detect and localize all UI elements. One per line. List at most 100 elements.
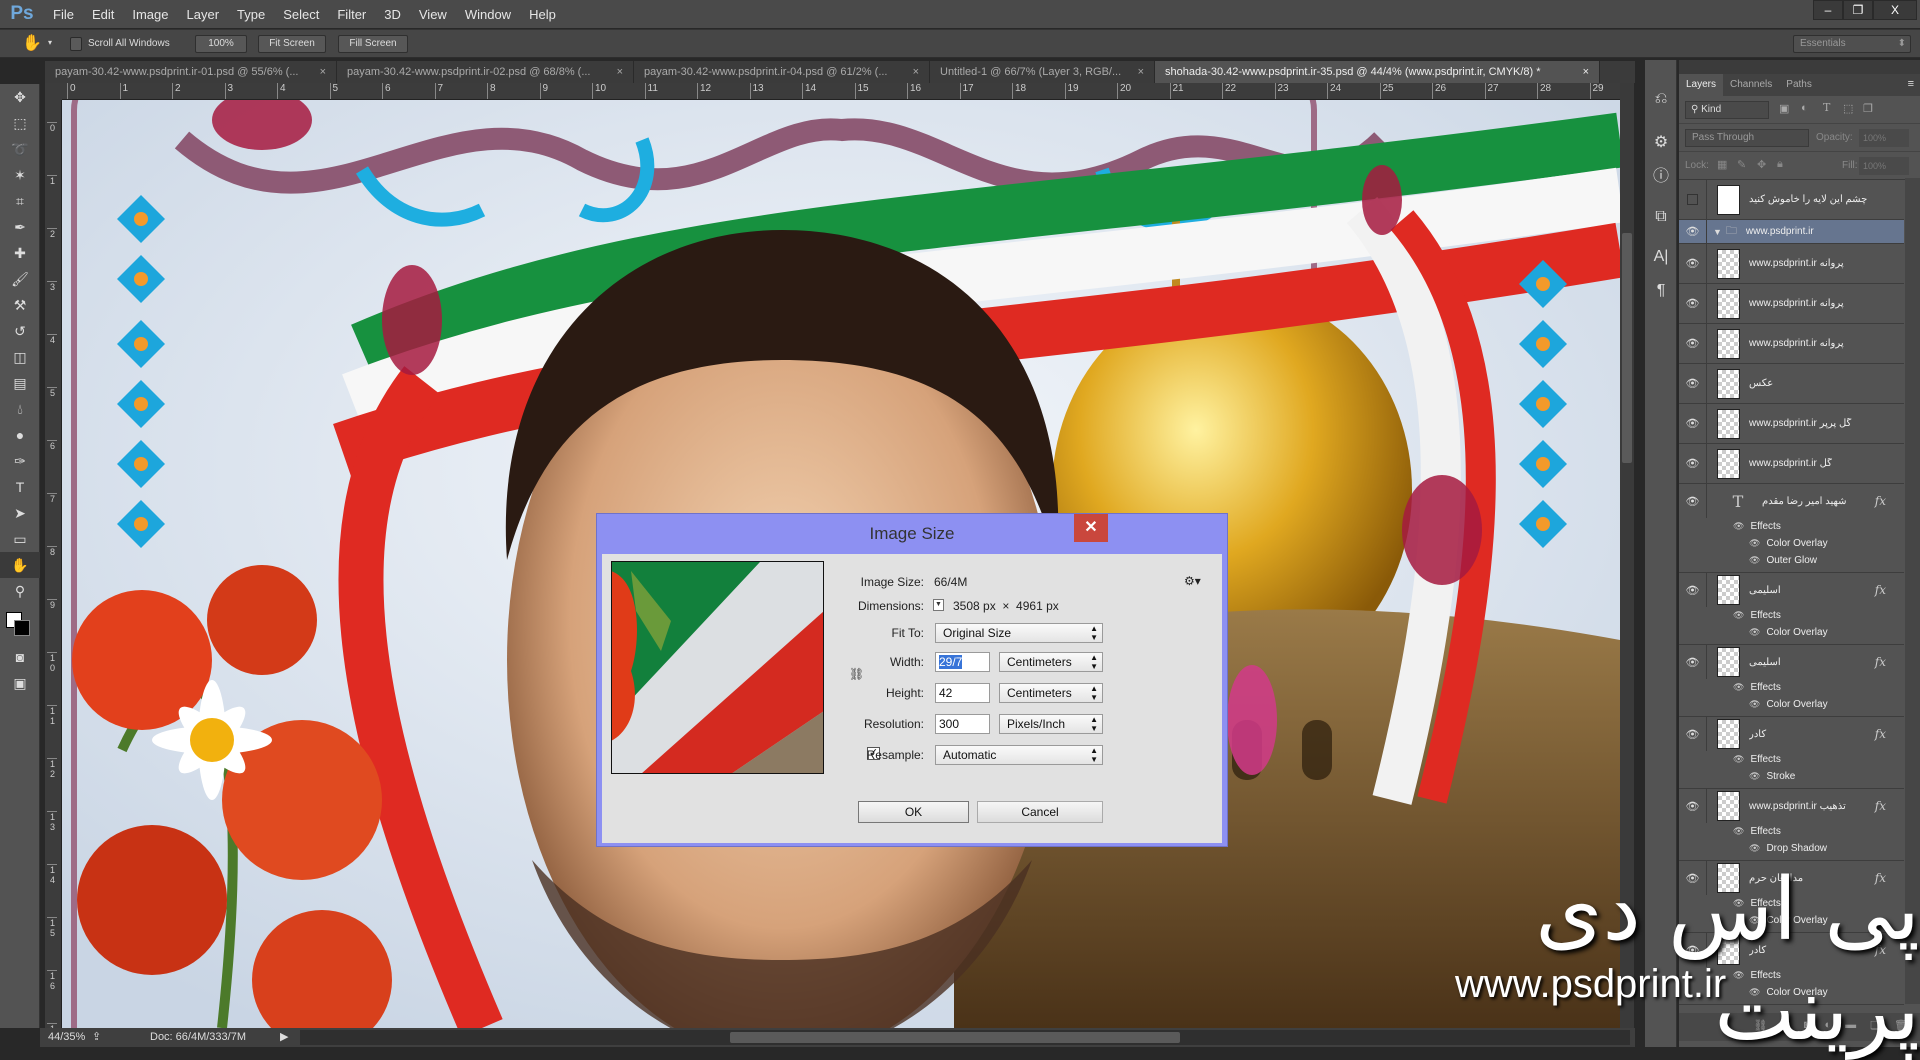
document-tab[interactable]: payam-30.42-www.psdprint.ir-01.psd @ 55/… [45, 61, 337, 83]
cancel-button[interactable]: Cancel [977, 801, 1103, 823]
lock-transparent-icon[interactable]: ▦ [1717, 158, 1727, 171]
document-tab[interactable]: payam-30.42-www.psdprint.ir-02.psd @ 68/… [337, 61, 634, 83]
filter-shape-icon[interactable]: ⬚ [1843, 102, 1853, 115]
history-brush-icon[interactable]: ↺ [0, 318, 40, 344]
gradient-tool-icon[interactable]: ▤ [0, 370, 40, 396]
filter-smart-object-icon[interactable]: ❐ [1863, 102, 1873, 115]
status-menu-arrow-icon[interactable]: ▶ [280, 1030, 288, 1043]
effect-visibility-eye-icon[interactable]: 👁︎ [1733, 607, 1744, 624]
pen-tool-icon[interactable]: ✑ [0, 448, 40, 474]
layer-item[interactable]: چشم این لایه را خاموش کنید [1679, 180, 1904, 220]
screen-mode-icon[interactable]: ▣ [0, 670, 40, 696]
filter-pixel-icon[interactable]: ▣ [1779, 102, 1789, 115]
height-unit-select[interactable]: Centimeters ▲ ▼ [999, 683, 1103, 703]
visibility-eye-icon[interactable]: 👁︎ [1679, 645, 1707, 679]
tab-paths[interactable]: Paths [1779, 74, 1819, 96]
vertical-ruler[interactable]: 01234567891011121314151617 [45, 100, 62, 1028]
filter-kind-select[interactable]: ⚲ Kind [1685, 101, 1769, 119]
menu-file[interactable]: File [44, 7, 83, 22]
document-tab[interactable]: payam-30.42-www.psdprint.ir-04.psd @ 61/… [634, 61, 930, 83]
width-unit-select[interactable]: Centimeters ▲ ▼ [999, 652, 1103, 672]
path-select-icon[interactable]: ➤ [0, 500, 40, 526]
effect-visibility-eye-icon[interactable]: 👁︎ [1733, 679, 1744, 696]
history-icon[interactable]: ⎌ [1645, 82, 1677, 116]
background-color-swatch[interactable] [14, 620, 30, 636]
layer-item[interactable]: 👁︎ عکس [1679, 364, 1904, 404]
layer-item[interactable]: 👁︎ T شهید امیر رضا مقدم fx 👁︎ Effects 👁︎ Color … [1679, 484, 1904, 573]
zoom-level[interactable]: 44/35% [48, 1031, 85, 1043]
layer-item[interactable]: 👁︎ ▼ 🗀︎ www.psdprint.ir [1679, 220, 1904, 244]
clone-stamp-icon[interactable]: ⚒ [0, 292, 40, 318]
panel-menu-icon[interactable]: ≡ [1908, 78, 1914, 90]
tab-close-icon[interactable]: × [617, 61, 623, 83]
tab-close-icon[interactable]: × [1138, 61, 1144, 83]
menu-filter[interactable]: Filter [328, 7, 375, 22]
workspace-select[interactable]: Essentials ⬍ [1793, 35, 1911, 53]
horizontal-scroll-thumb[interactable] [730, 1032, 1180, 1043]
layer-effects-icon[interactable]: fx [1875, 727, 1886, 741]
effect-visibility-eye-icon[interactable]: 👁︎ [1749, 552, 1760, 569]
ok-button[interactable]: OK [858, 801, 969, 823]
share-icon[interactable]: ⇪ [92, 1030, 101, 1043]
effect-visibility-eye-icon[interactable]: 👁︎ [1733, 518, 1744, 535]
fit-screen-button[interactable]: Fit Screen [258, 35, 326, 53]
marquee-tool-icon[interactable]: ⬚ [0, 110, 40, 136]
character-icon[interactable]: A| [1645, 240, 1677, 274]
visibility-eye-icon[interactable]: 👁︎ [1679, 220, 1707, 243]
tool-preset-dropdown[interactable]: ▾ [48, 38, 52, 47]
visibility-eye-icon[interactable]: 👁︎ [1679, 284, 1707, 323]
layer-item[interactable]: 👁︎ www.psdprint.ir پروانه [1679, 244, 1904, 284]
quick-select-tool-icon[interactable]: ✶ [0, 162, 40, 188]
hand-tool-icon[interactable]: ✋ [0, 552, 40, 578]
blur-tool-icon[interactable]: 💧︎ [0, 396, 40, 422]
fill-screen-button[interactable]: Fill Screen [338, 35, 408, 53]
layer-effects-icon[interactable]: fx [1875, 799, 1886, 813]
paragraph-icon[interactable]: ¶ [1645, 274, 1677, 308]
menu-type[interactable]: Type [228, 7, 274, 22]
visibility-eye-icon[interactable]: 👁︎ [1679, 444, 1707, 483]
layer-effects-icon[interactable]: fx [1875, 494, 1886, 508]
filter-adjustment-icon[interactable]: ◐ [1801, 102, 1808, 114]
resolution-input[interactable]: 300 [935, 714, 990, 734]
layer-item[interactable]: 👁︎ www.psdprint.ir پروانه [1679, 324, 1904, 364]
resample-select[interactable]: Automatic ▲ ▼ [935, 745, 1103, 765]
type-tool-icon[interactable]: T [0, 474, 40, 500]
visibility-eye-icon[interactable]: 👁︎ [1679, 324, 1707, 363]
tab-close-icon[interactable]: × [913, 61, 919, 83]
document-tab[interactable]: Untitled-1 @ 66/7% (Layer 3, RGB/... × [930, 61, 1155, 83]
visibility-eye-icon[interactable]: 👁︎ [1679, 717, 1707, 751]
layer-item[interactable]: 👁︎ www.psdprint.ir گل [1679, 444, 1904, 484]
effect-visibility-eye-icon[interactable]: 👁︎ [1749, 696, 1760, 713]
menu-edit[interactable]: Edit [83, 7, 123, 22]
lock-position-icon[interactable]: ✥ [1757, 158, 1766, 171]
quick-mask-icon[interactable]: ◙ [0, 644, 40, 670]
menu-layer[interactable]: Layer [178, 7, 229, 22]
blend-mode-select[interactable]: Pass Through [1685, 129, 1809, 147]
lock-all-icon[interactable]: 🔒︎ [1777, 158, 1783, 171]
ruler-origin[interactable] [45, 83, 62, 100]
layer-item[interactable]: 👁︎ www.psdprint.ir گل پرپر [1679, 404, 1904, 444]
layer-item[interactable]: 👁︎ اسلیمی fx 👁︎ Effects 👁︎ Color Overlay [1679, 573, 1904, 645]
eyedropper-tool-icon[interactable]: ✒ [0, 214, 40, 240]
minimize-button[interactable]: – [1813, 0, 1843, 20]
restore-button[interactable]: ❐ [1843, 0, 1873, 20]
hand-icon[interactable]: ✋ [22, 33, 42, 53]
visibility-eye-icon[interactable]: 👁︎ [1679, 404, 1707, 443]
group-expand-icon[interactable]: ▼ [1713, 227, 1722, 237]
tab-layers[interactable]: Layers [1679, 74, 1724, 96]
height-input[interactable]: 42 [935, 683, 990, 703]
settings-gear-icon[interactable]: ⚙▾ [1184, 574, 1201, 588]
layer-effects-icon[interactable]: fx [1875, 655, 1886, 669]
menu-3d[interactable]: 3D [375, 7, 410, 22]
layer-item[interactable]: 👁︎ www.psdprint.ir پروانه [1679, 284, 1904, 324]
layer-item[interactable]: 👁︎ کادر fx 👁︎ Effects 👁︎ Stroke [1679, 717, 1904, 789]
layer-item[interactable]: 👁︎ اسلیمی fx 👁︎ Effects 👁︎ Color Overlay [1679, 645, 1904, 717]
layer-item[interactable]: 👁︎ www.psdprint.ir تذهیب fx 👁︎ Effects 👁︎ Drop… [1679, 789, 1904, 861]
clone-source-icon[interactable]: ⧉ [1645, 200, 1677, 234]
zoom-100-button[interactable]: 100% [195, 35, 247, 53]
eraser-tool-icon[interactable]: ◫ [0, 344, 40, 370]
info-icon[interactable]: ⓘ [1645, 160, 1677, 194]
dimensions-unit-dropdown[interactable]: ▼ [933, 599, 944, 611]
menu-help[interactable]: Help [520, 7, 565, 22]
brush-tool-icon[interactable]: 🖌︎ [0, 266, 40, 292]
